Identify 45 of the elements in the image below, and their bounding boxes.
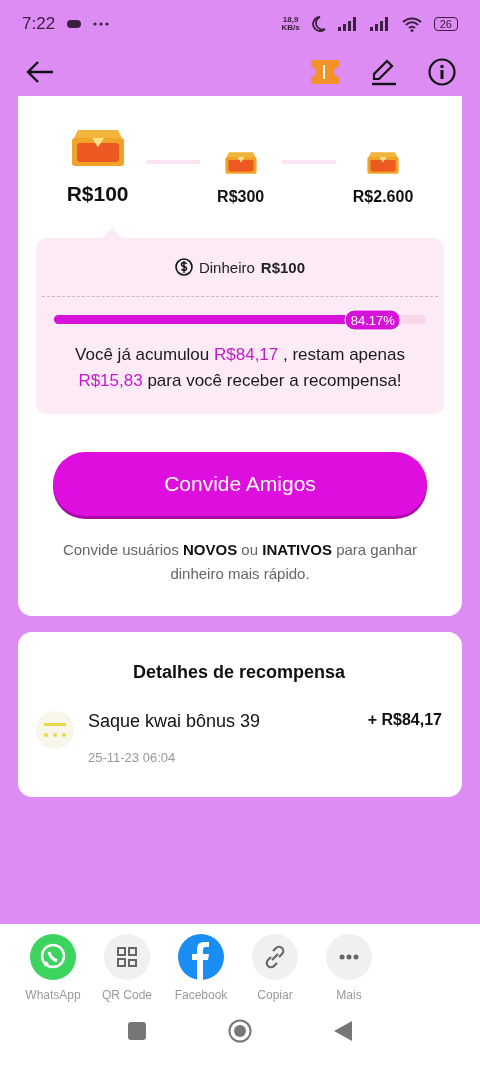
reward-tier[interactable]: R$100 bbox=[66, 128, 129, 206]
home-icon[interactable] bbox=[228, 1019, 252, 1043]
reward-tier[interactable]: R$300 bbox=[217, 150, 265, 206]
tier-amount: R$2.600 bbox=[352, 188, 414, 206]
reward-amount: R$100 bbox=[260, 258, 306, 276]
progress-message: Você já acumulou R$84,17 , restam apenas R$15,83 para você receber a recompensa! bbox=[74, 344, 406, 392]
back-icon[interactable] bbox=[334, 1021, 352, 1041]
back-arrow-icon[interactable] bbox=[26, 60, 54, 84]
signal-icon bbox=[369, 17, 390, 31]
share-button[interactable]: QR Code bbox=[90, 934, 164, 1002]
share-button[interactable]: WhatsApp bbox=[16, 934, 90, 1002]
share-button[interactable]: Facebook bbox=[164, 934, 238, 1002]
section-title: Detalhes de recompensa bbox=[131, 662, 347, 683]
reward-date: 25-11-23 06:04 bbox=[88, 750, 177, 765]
reward-label: Dinheiro bbox=[198, 258, 255, 276]
progress-percent: 84.17% bbox=[344, 309, 401, 330]
reward-value: + R$84,17 bbox=[367, 711, 442, 729]
treasure-chest-icon bbox=[222, 150, 259, 176]
chat-bubble-icon bbox=[30, 934, 76, 980]
network-speed: 18,9 KB/s bbox=[281, 16, 300, 32]
more-icon bbox=[93, 22, 110, 26]
link-icon bbox=[252, 934, 298, 980]
more-icon bbox=[326, 934, 372, 980]
battery-indicator: 26 bbox=[433, 17, 458, 31]
reward-tier[interactable]: R$2.600 bbox=[352, 150, 414, 206]
share-button[interactable]: Mais bbox=[312, 934, 386, 1002]
tier-amount: R$100 bbox=[66, 182, 129, 206]
reward-title: Saque kwai bônus 39 bbox=[88, 711, 262, 732]
info-icon[interactable] bbox=[428, 58, 456, 86]
ticket-icon[interactable] bbox=[310, 59, 340, 85]
treasure-chest-icon bbox=[365, 150, 402, 176]
share-button[interactable]: Copiar bbox=[238, 934, 312, 1002]
signal-icon bbox=[337, 17, 358, 31]
qr-code-icon bbox=[104, 934, 150, 980]
wifi-icon bbox=[401, 16, 422, 32]
invite-friends-button[interactable]: Convide Amigos bbox=[53, 452, 427, 516]
thumbnail bbox=[36, 711, 74, 749]
moon-icon bbox=[311, 16, 326, 32]
gamepad-icon bbox=[67, 19, 82, 29]
clock: 7:22 bbox=[22, 14, 56, 34]
dollar-coin-icon bbox=[174, 258, 193, 276]
tier-amount: R$300 bbox=[217, 188, 265, 206]
facebook-icon bbox=[178, 934, 224, 980]
edit-pencil-icon[interactable] bbox=[370, 58, 398, 86]
invite-note: Convide usuários NOVOS ou INATIVOS para ganhar dinheiro mais rápido. bbox=[61, 540, 419, 584]
